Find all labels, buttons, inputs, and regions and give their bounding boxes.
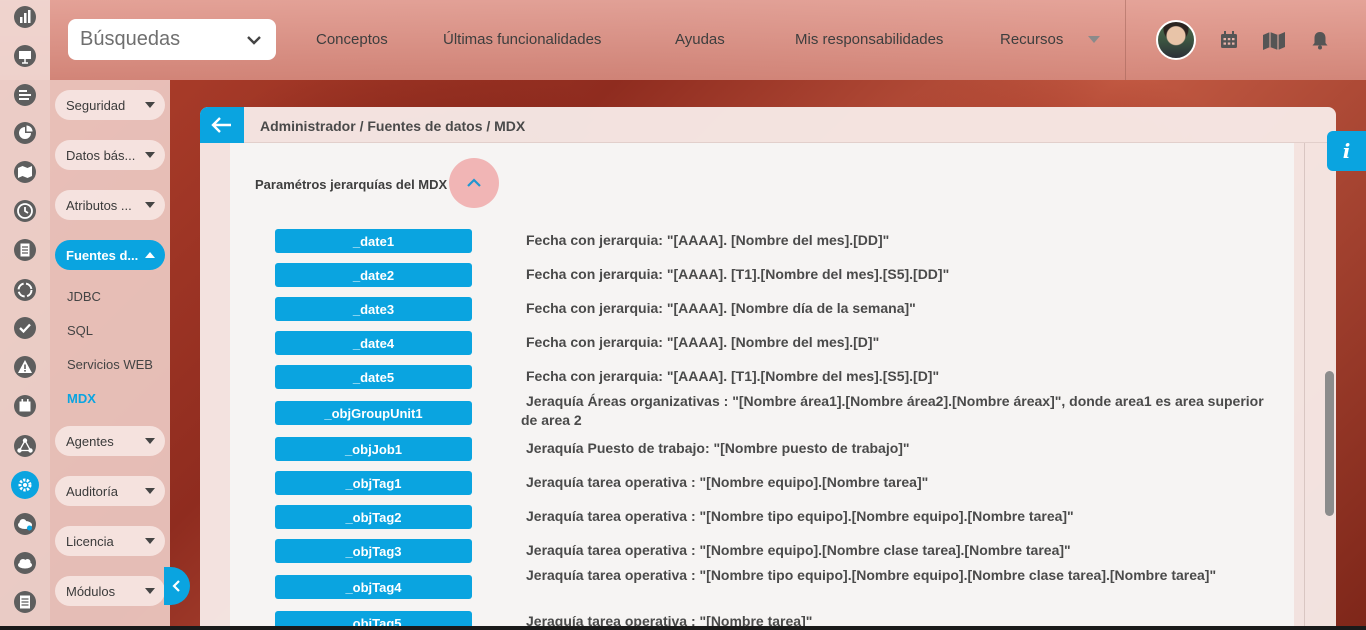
content-area: Paramétros jerarquías del MDX _date1 Fec… [230, 143, 1294, 630]
back-button[interactable] [200, 107, 244, 143]
warning-icon[interactable] [11, 353, 39, 381]
param-description: Fecha con jerarquia: "[AAAA]. [T1].[Nomb… [526, 368, 940, 384]
menu-group-fuentes-de-datos[interactable]: Fuentes d... [55, 240, 165, 270]
nav-ultimas-funcionalidades[interactable]: Últimas funcionalidades [443, 31, 601, 48]
collapse-section-button[interactable] [449, 158, 499, 208]
submenu-link-sql[interactable]: SQL [67, 323, 93, 338]
clock-icon[interactable] [11, 197, 39, 225]
menu-group-label: Agentes [66, 433, 114, 449]
gear-icon[interactable] [11, 471, 39, 499]
settings-submenu: Seguridad Datos bás... Atributos ... Fue… [50, 80, 170, 630]
caret-down-icon [145, 488, 155, 494]
menu-group-seguridad[interactable]: Seguridad [55, 90, 165, 120]
chevron-up-icon [467, 178, 481, 187]
map-icon[interactable] [11, 158, 39, 186]
param-description: Jeraquía tarea operativa : "[Nombre tipo… [526, 567, 1217, 583]
list-lines-icon[interactable] [11, 81, 39, 109]
menu-group-atributos[interactable]: Atributos ... [55, 190, 165, 220]
menu-group-label: Seguridad [66, 97, 126, 113]
param-tag: _objGroupUnit1 [275, 401, 472, 425]
param-description: Jeraquía tarea operativa : "[Nombre equi… [526, 542, 1071, 558]
menu-group-label: Atributos ... [66, 197, 132, 213]
document-icon[interactable] [11, 236, 39, 264]
recursos-caret-icon[interactable] [1088, 36, 1100, 43]
param-description: Fecha con jerarquia: "[AAAA]. [Nombre de… [526, 334, 880, 350]
divider [1304, 143, 1305, 630]
cloud-settings-icon[interactable] [11, 510, 39, 538]
param-tag: _date3 [275, 297, 472, 321]
param-tag: _objTag4 [275, 575, 472, 599]
info-button[interactable]: i [1327, 131, 1366, 171]
caret-up-icon [145, 252, 155, 258]
param-description: Jeraquía Áreas organizativas : "[Nombre … [521, 393, 1264, 428]
menu-group-datos-basicos[interactable]: Datos bás... [55, 140, 165, 170]
nav-ayudas[interactable]: Ayudas [675, 31, 725, 48]
divider [1125, 0, 1126, 80]
menu-group-label: Auditoría [66, 483, 119, 499]
list-icon[interactable] [11, 588, 39, 616]
param-tag: _date5 [275, 365, 472, 389]
arrow-left-icon [211, 117, 231, 133]
param-tag: _objTag2 [275, 505, 472, 529]
menu-group-agentes[interactable]: Agentes [55, 426, 165, 456]
param-description: Fecha con jerarquia: "[AAAA]. [T1].[Nomb… [526, 266, 950, 282]
menu-group-licencia[interactable]: Licencia [55, 526, 165, 556]
divider [0, 626, 1366, 630]
param-tag: _objTag3 [275, 539, 472, 563]
param-tag: _date4 [275, 331, 472, 355]
bell-icon[interactable] [1310, 30, 1330, 50]
param-description: Jeraquía tarea operativa : "[Nombre equi… [526, 474, 929, 490]
nav-recursos[interactable]: Recursos [1000, 31, 1063, 48]
network-icon[interactable] [11, 432, 39, 460]
section-title: Paramétros jerarquías del MDX [255, 177, 448, 192]
check-circle-icon[interactable] [11, 314, 39, 342]
cloud-icon[interactable] [11, 549, 39, 577]
caret-down-icon [145, 152, 155, 158]
param-description: Fecha con jerarquia: "[AAAA]. [Nombre de… [526, 232, 890, 248]
submenu-link-jdbc[interactable]: JDBC [67, 289, 101, 304]
nav-conceptos[interactable]: Conceptos [316, 31, 388, 48]
param-description: Jeraquía Puesto de trabajo: "[Nombre pue… [526, 440, 910, 456]
panel-header: Administrador / Fuentes de datos / MDX [200, 107, 1336, 143]
param-tag: _objJob1 [275, 437, 472, 461]
map-icon[interactable] [1262, 30, 1286, 50]
pie-chart-icon[interactable] [11, 119, 39, 147]
caret-down-icon [145, 202, 155, 208]
search-select-value: Búsquedas [80, 28, 181, 50]
menu-group-label: Licencia [66, 533, 114, 549]
avatar[interactable] [1156, 20, 1196, 60]
main-panel: Administrador / Fuentes de datos / MDX P… [200, 107, 1336, 630]
menu-group-label: Datos bás... [66, 147, 136, 163]
caret-down-icon [145, 538, 155, 544]
menu-group-modulos[interactable]: Módulos [55, 576, 165, 606]
icon-rail [0, 0, 50, 630]
chevron-left-icon [172, 580, 180, 592]
param-description: Jeraquía tarea operativa : "[Nombre tipo… [526, 508, 1074, 524]
nav-mis-responsabilidades[interactable]: Mis responsabilidades [795, 31, 943, 48]
param-tag: _date2 [275, 263, 472, 287]
caret-down-icon [145, 438, 155, 444]
chevron-down-icon [247, 35, 261, 45]
submenu-link-servicios-web[interactable]: Servicios WEB [67, 357, 153, 372]
param-tag: _date1 [275, 229, 472, 253]
param-description: Fecha con jerarquia: "[AAAA]. [Nombre dí… [526, 300, 916, 316]
bar-chart-icon[interactable] [11, 3, 39, 31]
scrollbar-thumb[interactable] [1325, 371, 1334, 516]
caret-down-icon [145, 102, 155, 108]
collapse-menu-button[interactable] [164, 567, 190, 605]
param-tag: _objTag1 [275, 471, 472, 495]
search-select[interactable]: Búsquedas [68, 19, 276, 60]
breadcrumb: Administrador / Fuentes de datos / MDX [260, 118, 526, 134]
top-bar: Búsquedas Conceptos Últimas funcionalida… [0, 0, 1366, 80]
cycle-icon[interactable] [11, 276, 39, 304]
menu-group-label: Fuentes d... [66, 247, 139, 263]
menu-group-auditoria[interactable]: Auditoría [55, 476, 165, 506]
calendar-icon[interactable] [1219, 30, 1239, 50]
calendar-icon[interactable] [11, 392, 39, 420]
menu-group-label: Módulos [66, 583, 116, 599]
submenu-link-mdx[interactable]: MDX [67, 391, 96, 406]
caret-down-icon [145, 588, 155, 594]
presentation-icon[interactable] [11, 42, 39, 70]
